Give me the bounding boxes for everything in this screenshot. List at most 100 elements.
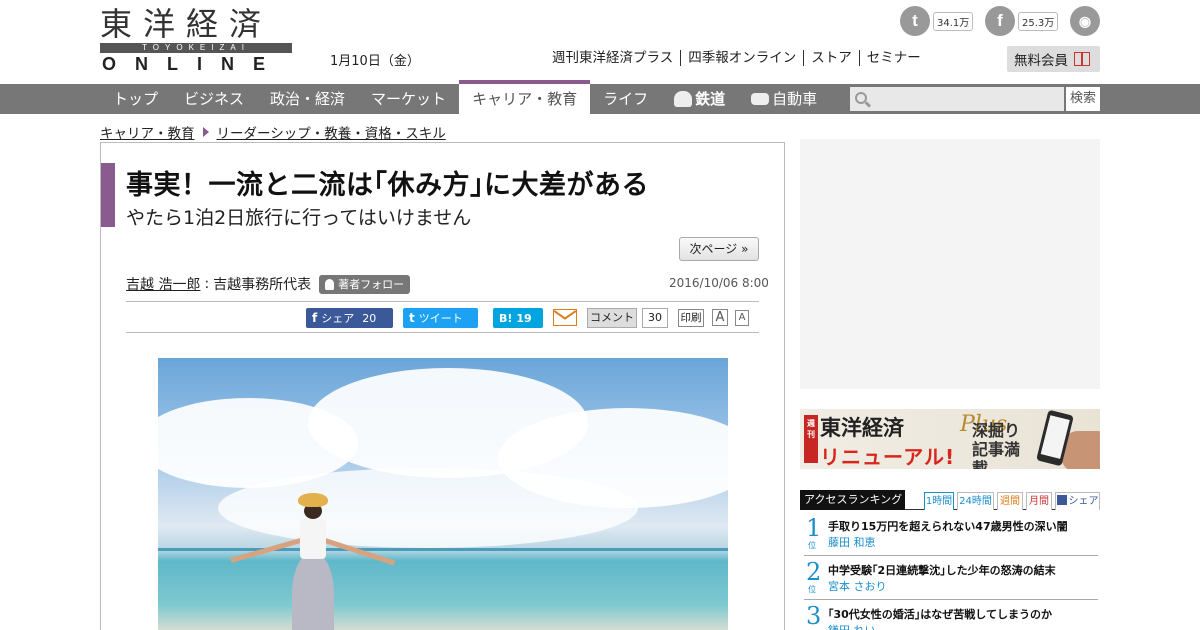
search-icon <box>855 92 867 104</box>
breadcrumb: キャリア・教育 リーダーシップ・教養・資格・スキル <box>100 122 446 142</box>
free-member-button[interactable]: 無料会員 <box>1007 46 1100 72</box>
site-header: 東洋経済 TOYOKEIZAI ONLINE 1月10日（金） t 34.1万 … <box>0 0 1200 84</box>
nav-tab-market[interactable]: マーケット <box>358 84 459 114</box>
rss-icon[interactable]: ◉ <box>1070 6 1100 36</box>
nav-tab-label: トップ <box>113 90 159 108</box>
next-page-button[interactable]: 次ページ » <box>679 237 759 261</box>
current-date: 1月10日（金） <box>330 54 420 69</box>
rank-article-title[interactable]: 中学受験｢2日連続撃沈｣した少年の怒涛の結末 <box>828 562 1056 578</box>
top-link-shikiho[interactable]: 四季報オンライン <box>680 50 803 66</box>
logo-online: ONLINE <box>102 54 285 74</box>
ranking-tab-monthly[interactable]: 月間 <box>1026 492 1052 510</box>
ranking-tab-weekly[interactable]: 週間 <box>997 492 1023 510</box>
nav-tab-label: 自動車 <box>772 90 818 108</box>
top-links: 週刊東洋経済プラス 四季報オンライン ストア セミナー <box>545 50 928 66</box>
nav-tab-life[interactable]: ライフ <box>590 84 661 114</box>
hatena-count: 19 <box>516 311 532 325</box>
ranking-tabs: アクセスランキング 1時間 24時間 週間 月間 シェア <box>800 490 1100 510</box>
plus-badge: 週刊 <box>804 415 818 463</box>
hatena-bookmark-button[interactable]: B! 19 <box>493 308 543 328</box>
author-separator: : <box>204 276 210 292</box>
nav-tab-label: キャリア・教育 <box>472 90 578 108</box>
hatena-label: B! <box>499 311 513 325</box>
site-logo[interactable]: 東洋経済 TOYOKEIZAI ONLINE <box>100 5 292 74</box>
article-title: 事実！一流と二流は｢休み方｣に大差がある <box>126 170 649 201</box>
title-accent-bar <box>101 163 115 227</box>
facebook-share-button[interactable]: f シェア 20 <box>306 308 393 328</box>
nav-tab-label: ビジネス <box>184 90 245 108</box>
top-link-weekly-plus[interactable]: 週刊東洋経済プラス <box>545 50 680 66</box>
follow-label: 著者フォロー <box>338 278 405 291</box>
comment-button[interactable]: コメント <box>587 308 637 328</box>
nav-tab-label: マーケット <box>371 90 447 108</box>
author-follow-button[interactable]: 著者フォロー <box>319 274 411 294</box>
facebook-icon: f <box>312 311 318 325</box>
photo-top <box>300 519 326 559</box>
ranking-tab-24hour[interactable]: 24時間 <box>957 492 994 510</box>
nav-tab-automobile[interactable]: 自動車 <box>738 84 830 114</box>
photo-horizon <box>158 548 728 551</box>
nav-tab-career[interactable]: キャリア・教育 <box>459 80 591 114</box>
author-name[interactable]: 吉越 浩一郎 <box>126 274 200 294</box>
fb-share-count: 20 <box>362 311 377 325</box>
search-button[interactable]: 検索 <box>1066 87 1100 111</box>
rss-link[interactable]: ◉ <box>1070 5 1100 37</box>
comment-count: 30 <box>642 308 668 328</box>
car-icon <box>751 93 770 105</box>
ranking-item[interactable]: 1 位 手取り15万円を超えられない47歳男性の深い闇 藤田 和恵 <box>804 514 1098 556</box>
nav-tab-politics[interactable]: 政治・経済 <box>257 84 358 114</box>
ranking-item[interactable]: 3 ｢30代女性の婚活｣はなぜ苦戦してしまうのか 鎌田 れい <box>804 602 1098 630</box>
rank-suffix: 位 <box>808 585 816 594</box>
article-main-photo <box>158 358 728 630</box>
top-link-seminar[interactable]: セミナー <box>858 50 928 66</box>
logo-kanji: 東洋経済 <box>100 5 273 43</box>
twitter-icon[interactable]: t <box>900 6 930 36</box>
toyokeizai-plus-banner[interactable]: 週刊 東洋経済 Plus リニューアル! 深掘り記事満載 <box>800 409 1100 469</box>
author-line: 吉越 浩一郎 : 吉越事務所代表 著者フォロー <box>126 274 411 294</box>
rank-article-title[interactable]: ｢30代女性の婚活｣はなぜ苦戦してしまうのか <box>828 606 1052 622</box>
twitter-icon: t <box>409 311 415 325</box>
font-size-small-button[interactable]: A <box>735 310 749 326</box>
facebook-count: 25.3万 <box>1018 11 1059 31</box>
photo-cloud <box>218 468 638 548</box>
breadcrumb-career[interactable]: キャリア・教育 <box>100 122 195 142</box>
plus-brand: 東洋経済 <box>820 416 904 440</box>
ranking-tab-1hour[interactable]: 1時間 <box>924 492 954 510</box>
ranking-title: アクセスランキング <box>800 490 905 510</box>
photo-skirt <box>292 555 334 630</box>
facebook-icon[interactable]: f <box>985 6 1015 36</box>
print-button[interactable]: 印刷 <box>678 309 704 327</box>
rank-article-author: 藤田 和恵 <box>828 536 876 549</box>
access-ranking: アクセスランキング 1時間 24時間 週間 月間 シェア 1 位 手取り15万円… <box>800 490 1100 630</box>
twitter-follow[interactable]: t 34.1万 <box>900 5 974 37</box>
ranking-item[interactable]: 2 位 中学受験｢2日連続撃沈｣した少年の怒涛の結末 宮本 さおり <box>804 558 1098 600</box>
rank-number: 2 <box>806 558 822 586</box>
breadcrumb-arrow-icon <box>202 127 209 137</box>
search-input[interactable] <box>850 87 1064 111</box>
divider <box>126 332 759 333</box>
facebook-follow[interactable]: f 25.3万 <box>985 5 1059 37</box>
ranking-tab-share[interactable]: シェア <box>1055 492 1100 510</box>
top-link-store[interactable]: ストア <box>803 50 859 66</box>
person-icon <box>325 278 335 290</box>
ranking-tab-share-label: シェア <box>1068 496 1099 507</box>
train-icon <box>674 91 693 107</box>
facebook-icon <box>1056 495 1067 505</box>
rank-number: 1 <box>806 514 822 542</box>
photo-hat <box>298 493 328 507</box>
plus-feature: 深掘り記事満載 <box>972 421 1021 469</box>
ad-placeholder[interactable] <box>800 139 1100 389</box>
rank-article-title[interactable]: 手取り15万円を超えられない47歳男性の深い闇 <box>828 518 1068 534</box>
nav-tab-business[interactable]: ビジネス <box>171 84 257 114</box>
font-size-large-button[interactable]: A <box>712 309 728 326</box>
tweet-button[interactable]: t ツイート <box>403 308 478 328</box>
main-nav: トップ ビジネス 政治・経済 マーケット キャリア・教育 ライフ 鉄道 自動車 … <box>0 80 1200 114</box>
publish-date: 2016/10/06 8:00 <box>669 276 769 290</box>
nav-tab-top[interactable]: トップ <box>100 84 171 114</box>
photo-woman-figure <box>230 493 396 630</box>
nav-tab-label: ライフ <box>603 90 649 108</box>
nav-tab-railway[interactable]: 鉄道 <box>661 84 738 114</box>
mail-icon[interactable] <box>553 309 577 326</box>
twitter-count: 34.1万 <box>933 11 974 31</box>
breadcrumb-leadership[interactable]: リーダーシップ・教養・資格・スキル <box>217 122 446 142</box>
